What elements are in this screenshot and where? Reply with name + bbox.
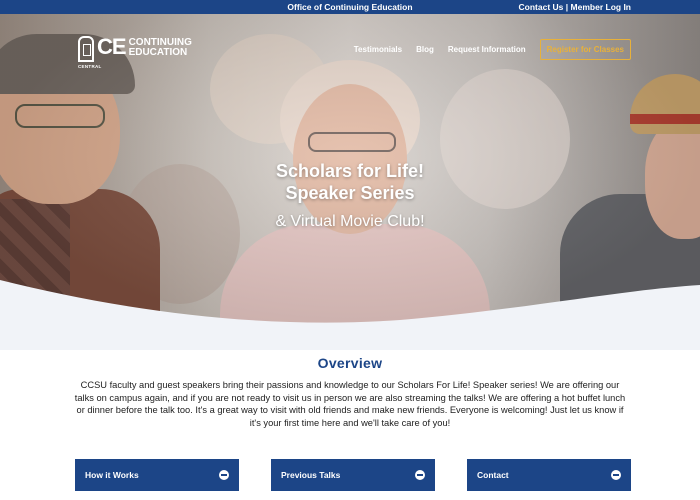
main-nav: Testimonials Blog Request Information Re… [354,39,631,60]
ce-logo[interactable]: CENTRAL CE CONTINUING EDUCATION [78,34,192,69]
previous-talks-accordion[interactable]: Previous Talks [271,459,435,491]
overview-title: Overview [317,355,383,371]
collapse-icon [611,470,621,480]
hero-wave-divider [0,280,700,350]
contact-accordion[interactable]: Contact [467,459,631,491]
contact-us-link[interactable]: Contact Us [519,2,564,12]
logo-words: CONTINUING EDUCATION [129,38,192,58]
collapse-icon [219,470,229,480]
accordion-label: Contact [477,470,509,480]
overview-section: Overview CCSU faculty and guest speakers… [0,355,700,429]
register-button[interactable]: Register for Classes [539,39,631,60]
hero-title-line-1: Scholars for Life! [275,161,425,181]
tower-icon: CENTRAL [78,36,101,69]
logo-central-text: CENTRAL [78,64,102,69]
hero-title-line-2: Speaker Series [285,183,415,203]
accordion-label: Previous Talks [281,470,341,480]
nav-request-information[interactable]: Request Information [448,45,526,54]
top-bar: Office of Continuing Education Contact U… [0,0,700,14]
member-login-link[interactable]: Member Log In [571,2,631,12]
separator: | [565,2,569,12]
overview-body: CCSU faculty and guest speakers bring th… [74,380,626,428]
hero-heading: Scholars for Life! Speaker Series & Virt… [0,160,700,231]
nav-blog[interactable]: Blog [416,45,434,54]
collapse-icon [415,470,425,480]
logo-ce-text: CE [97,34,127,59]
nav-testimonials[interactable]: Testimonials [354,45,402,54]
logo-line-2: EDUCATION [128,47,188,58]
accordion-label: How it Works [85,470,139,480]
hero-subtitle: & Virtual Movie Club! [275,213,425,230]
top-links: Contact Us | Member Log In [519,2,631,12]
how-it-works-accordion[interactable]: How it Works [75,459,239,491]
